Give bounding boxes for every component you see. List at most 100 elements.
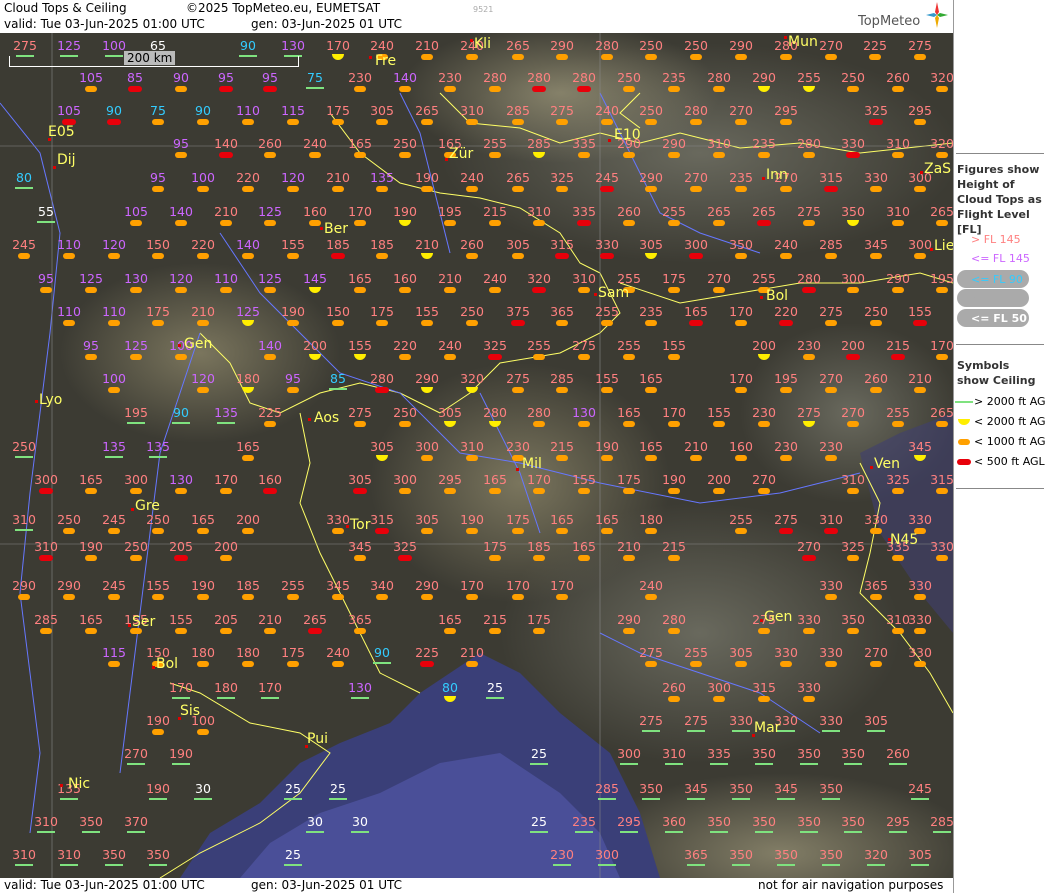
ceiling-orange-pill-icon (512, 253, 524, 259)
cloud-top-value: 330 (595, 237, 619, 252)
city-label: Kli (474, 36, 491, 52)
cloud-top-value: 375 (506, 304, 530, 319)
ceiling-red-pill-icon (532, 287, 546, 293)
cloud-top-value: 190 (146, 781, 170, 796)
city-marker-icon (516, 468, 519, 471)
ceiling-orange-pill-icon (623, 421, 635, 427)
ceiling-orange-pill-icon (803, 354, 815, 360)
cloud-top-value: 325 (483, 338, 507, 353)
cloud-top-value: 310 (12, 512, 36, 527)
cloud-top-value: 200 (752, 338, 776, 353)
ceiling-red-pill-icon (802, 287, 816, 293)
cloud-top-value: 75 (307, 70, 323, 85)
ceiling-orange-pill-icon (466, 119, 478, 125)
cloud-top-value: 290 (886, 271, 910, 286)
cloud-top-value: 280 (662, 612, 686, 627)
cloud-top-value: 330 (908, 645, 932, 660)
ceiling-orange-pill-icon (399, 354, 411, 360)
ceiling-orange-pill-icon (242, 594, 254, 600)
ceiling-orange-pill-icon (847, 555, 859, 561)
cloud-top-value: 255 (752, 271, 776, 286)
cloud-top-value: 285 (595, 781, 619, 796)
cloud-top-value: 330 (797, 612, 821, 627)
ceiling-orange-pill-icon (85, 354, 97, 360)
cloud-top-value: 290 (415, 578, 439, 593)
ceiling-orange-pill-icon (645, 119, 657, 125)
ceiling-red-pill-icon (353, 488, 367, 494)
city-label: Bol (766, 288, 789, 304)
cloud-top-value: 165 (483, 472, 507, 487)
cloud-top-value: 290 (617, 612, 641, 627)
cloud-top-value: 310 (886, 136, 910, 151)
ceiling-orange-pill-icon (780, 186, 792, 192)
ceiling-orange-pill-icon (399, 488, 411, 494)
cloud-top-value: 165 (572, 539, 596, 554)
cloud-top-value: 275 (797, 405, 821, 420)
ceiling-orange-pill-icon (556, 119, 568, 125)
ceiling-orange-pill-icon (533, 421, 545, 427)
ceiling-orange-pill-icon (63, 528, 75, 534)
cloud-top-value: 190 (281, 304, 305, 319)
ceiling-orange-pill-icon (489, 488, 501, 494)
cloud-top-value: 210 (438, 271, 462, 286)
ceiling-orange-pill-icon (512, 387, 524, 393)
ceiling-orange-pill-icon (645, 320, 657, 326)
city-marker-icon (870, 466, 873, 469)
cloud-top-value: 295 (617, 814, 641, 829)
cloud-top-value: 95 (218, 70, 234, 85)
city-label: Pui (307, 731, 328, 747)
cloud-top-value: 365 (550, 304, 574, 319)
legend-ceiling-orange-pill-icon (958, 439, 970, 445)
city-marker-icon (60, 784, 63, 787)
city-label: Sis (180, 703, 201, 719)
ceiling-orange-pill-icon (914, 628, 926, 634)
city-label: Inn (766, 167, 788, 183)
cloud-top-value: 230 (348, 70, 372, 85)
city-label: N45 (890, 532, 919, 548)
cloud-top-value: 155 (415, 304, 439, 319)
ceiling-green-line-icon (261, 697, 279, 699)
city-label: Bol (156, 656, 179, 672)
cloud-top-value: 350 (841, 204, 865, 219)
cloud-top-value: 285 (527, 136, 551, 151)
ceiling-green-line-icon (105, 864, 123, 866)
cloud-top-value: 340 (370, 578, 394, 593)
cloud-top-value: 275 (819, 304, 843, 319)
cloud-top-value: 280 (684, 103, 708, 118)
ceiling-orange-pill-icon (287, 387, 299, 393)
ceiling-green-line-icon (822, 864, 840, 866)
cloud-top-value: 250 (864, 304, 888, 319)
ceiling-green-line-icon (800, 763, 818, 765)
ceiling-orange-pill-icon (421, 594, 433, 600)
ceiling-orange-pill-icon (444, 86, 456, 92)
ceiling-orange-pill-icon (533, 354, 545, 360)
legend-tops-title: Figures show Height of Cloud Tops as Fli… (957, 163, 1042, 236)
cloud-top-value: 235 (662, 70, 686, 85)
cloud-top-value: 175 (617, 472, 641, 487)
cloud-top-value: 320 (460, 371, 484, 386)
cloud-top-value: 240 (370, 38, 394, 53)
ceiling-orange-pill-icon (623, 152, 635, 158)
ceiling-orange-pill-icon (332, 119, 344, 125)
cloud-top-value: 310 (572, 271, 596, 286)
cloud-top-value: 30 (352, 814, 368, 829)
ceiling-green-line-icon (217, 422, 235, 424)
cloud-top-value: 95 (150, 170, 166, 185)
cloud-top-value: 90 (106, 103, 122, 118)
legend-ceiling-label: < 1000 ft AGL (974, 435, 1045, 448)
ceiling-orange-pill-icon (533, 220, 545, 226)
cloud-top-value: 280 (527, 405, 551, 420)
ceiling-green-line-icon (665, 831, 683, 833)
ceiling-orange-pill-icon (421, 54, 433, 60)
cloud-top-value: 250 (460, 304, 484, 319)
ceiling-orange-pill-icon (758, 488, 770, 494)
city-marker-icon (594, 293, 597, 296)
ceiling-green-line-icon (844, 831, 862, 833)
cloud-top-value: 245 (595, 170, 619, 185)
cloud-top-value: 240 (639, 578, 663, 593)
ceiling-orange-pill-icon (354, 287, 366, 293)
ceiling-green-line-icon (172, 763, 190, 765)
cloud-top-value: 345 (908, 439, 932, 454)
cloud-top-value: 115 (102, 645, 126, 660)
cloud-top-value: 275 (684, 713, 708, 728)
